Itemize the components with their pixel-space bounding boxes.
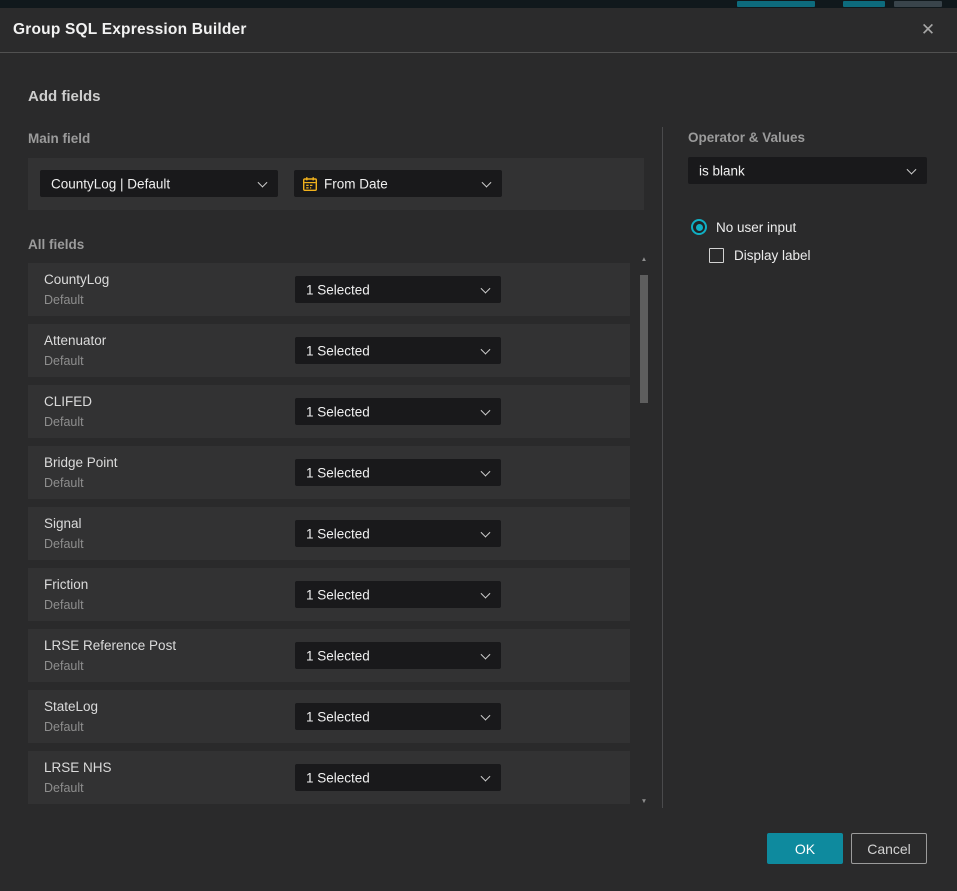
main-field-layer-dropdown[interactable]: CountyLog | Default bbox=[40, 170, 278, 197]
close-icon[interactable]: ✕ bbox=[916, 18, 940, 42]
field-row-signal: Signal Default 1 Selected bbox=[28, 507, 630, 560]
field-sublabel: Default bbox=[44, 598, 84, 612]
chevron-down-icon bbox=[258, 177, 268, 187]
calendar-icon bbox=[302, 176, 318, 192]
chevron-down-icon bbox=[481, 527, 491, 537]
chevron-down-icon bbox=[481, 649, 491, 659]
field-selected-dropdown[interactable]: 1 Selected bbox=[295, 642, 501, 669]
chevron-down-icon bbox=[481, 771, 491, 781]
display-label-checkbox[interactable]: Display label bbox=[709, 248, 811, 263]
field-name: CountyLog bbox=[44, 272, 109, 287]
chevron-down-icon bbox=[482, 177, 492, 187]
field-name: Attenuator bbox=[44, 333, 106, 348]
radio-selected-icon bbox=[691, 219, 707, 235]
field-row-lrse-nhs: LRSE NHS Default 1 Selected bbox=[28, 751, 630, 804]
dialog-titlebar: Group SQL Expression Builder ✕ bbox=[0, 8, 957, 53]
field-selected-dropdown[interactable]: 1 Selected bbox=[295, 398, 501, 425]
field-selected-dropdown[interactable]: 1 Selected bbox=[295, 703, 501, 730]
field-selected-dropdown[interactable]: 1 Selected bbox=[295, 459, 501, 486]
cancel-button[interactable]: Cancel bbox=[851, 833, 927, 864]
field-name: Signal bbox=[44, 516, 82, 531]
field-sublabel: Default bbox=[44, 293, 84, 307]
field-selected-dropdown[interactable]: 1 Selected bbox=[295, 764, 501, 791]
field-row-clifed: CLIFED Default 1 Selected bbox=[28, 385, 630, 438]
field-name: StateLog bbox=[44, 699, 98, 714]
field-name: LRSE Reference Post bbox=[44, 638, 176, 653]
scroll-down-icon[interactable]: ▼ bbox=[639, 797, 649, 807]
background-app-remnant bbox=[737, 1, 815, 7]
checkbox-unchecked-icon bbox=[709, 248, 724, 263]
chevron-down-icon bbox=[481, 710, 491, 720]
chevron-down-icon bbox=[481, 405, 491, 415]
operator-dropdown[interactable]: is blank bbox=[688, 157, 927, 184]
field-row-lrse-reference-post: LRSE Reference Post Default 1 Selected bbox=[28, 629, 630, 682]
display-label-label: Display label bbox=[734, 248, 811, 263]
main-field-label: Main field bbox=[28, 131, 90, 146]
field-row-bridge-point: Bridge Point Default 1 Selected bbox=[28, 446, 630, 499]
all-fields-list: CountyLog Default 1 Selected Attenuator … bbox=[28, 263, 630, 812]
field-selected-dropdown[interactable]: 1 Selected bbox=[295, 337, 501, 364]
group-sql-expression-builder-dialog: Group SQL Expression Builder ✕ Add field… bbox=[0, 8, 957, 891]
chevron-down-icon bbox=[481, 283, 491, 293]
no-user-input-label: No user input bbox=[716, 220, 796, 235]
scrollbar-thumb[interactable] bbox=[640, 275, 648, 403]
chevron-down-icon bbox=[481, 466, 491, 476]
no-user-input-radio[interactable]: No user input bbox=[691, 219, 796, 235]
selected-count: 1 Selected bbox=[306, 587, 370, 602]
field-sublabel: Default bbox=[44, 537, 84, 551]
field-name: CLIFED bbox=[44, 394, 92, 409]
all-fields-label: All fields bbox=[28, 237, 84, 252]
field-selected-dropdown[interactable]: 1 Selected bbox=[295, 520, 501, 547]
selected-count: 1 Selected bbox=[306, 709, 370, 724]
field-name: LRSE NHS bbox=[44, 760, 112, 775]
ok-button[interactable]: OK bbox=[767, 833, 843, 864]
fields-scrollbar[interactable]: ▲ ▼ bbox=[639, 255, 649, 807]
operator-value: is blank bbox=[699, 163, 745, 178]
selected-count: 1 Selected bbox=[306, 526, 370, 541]
field-selected-dropdown[interactable]: 1 Selected bbox=[295, 276, 501, 303]
chevron-down-icon bbox=[907, 164, 917, 174]
field-row-countylog: CountyLog Default 1 Selected bbox=[28, 263, 630, 316]
chevron-down-icon bbox=[481, 344, 491, 354]
selected-count: 1 Selected bbox=[306, 343, 370, 358]
field-selected-dropdown[interactable]: 1 Selected bbox=[295, 581, 501, 608]
dialog-title: Group SQL Expression Builder bbox=[13, 21, 247, 39]
main-field-field-value: From Date bbox=[324, 176, 388, 191]
selected-count: 1 Selected bbox=[306, 648, 370, 663]
field-row-friction: Friction Default 1 Selected bbox=[28, 568, 630, 621]
background-app-remnant bbox=[894, 1, 942, 7]
field-row-attenuator: Attenuator Default 1 Selected bbox=[28, 324, 630, 377]
main-field-panel: CountyLog | Default From Date bbox=[28, 158, 644, 210]
field-sublabel: Default bbox=[44, 415, 84, 429]
chevron-down-icon bbox=[481, 588, 491, 598]
add-fields-heading: Add fields bbox=[28, 88, 101, 105]
vertical-divider bbox=[662, 127, 663, 808]
background-app-remnant bbox=[843, 1, 885, 7]
selected-count: 1 Selected bbox=[306, 770, 370, 785]
field-sublabel: Default bbox=[44, 781, 84, 795]
selected-count: 1 Selected bbox=[306, 465, 370, 480]
operator-values-heading: Operator & Values bbox=[688, 130, 805, 145]
main-field-field-dropdown[interactable]: From Date bbox=[294, 170, 502, 197]
field-sublabel: Default bbox=[44, 354, 84, 368]
selected-count: 1 Selected bbox=[306, 282, 370, 297]
field-sublabel: Default bbox=[44, 476, 84, 490]
field-row-statelog: StateLog Default 1 Selected bbox=[28, 690, 630, 743]
background-app-strip bbox=[0, 0, 957, 8]
main-field-layer-value: CountyLog | Default bbox=[51, 176, 170, 191]
field-sublabel: Default bbox=[44, 720, 84, 734]
field-name: Bridge Point bbox=[44, 455, 118, 470]
field-sublabel: Default bbox=[44, 659, 84, 673]
selected-count: 1 Selected bbox=[306, 404, 370, 419]
scroll-up-icon[interactable]: ▲ bbox=[639, 255, 649, 265]
screen: Group SQL Expression Builder ✕ Add field… bbox=[0, 0, 957, 891]
field-name: Friction bbox=[44, 577, 88, 592]
